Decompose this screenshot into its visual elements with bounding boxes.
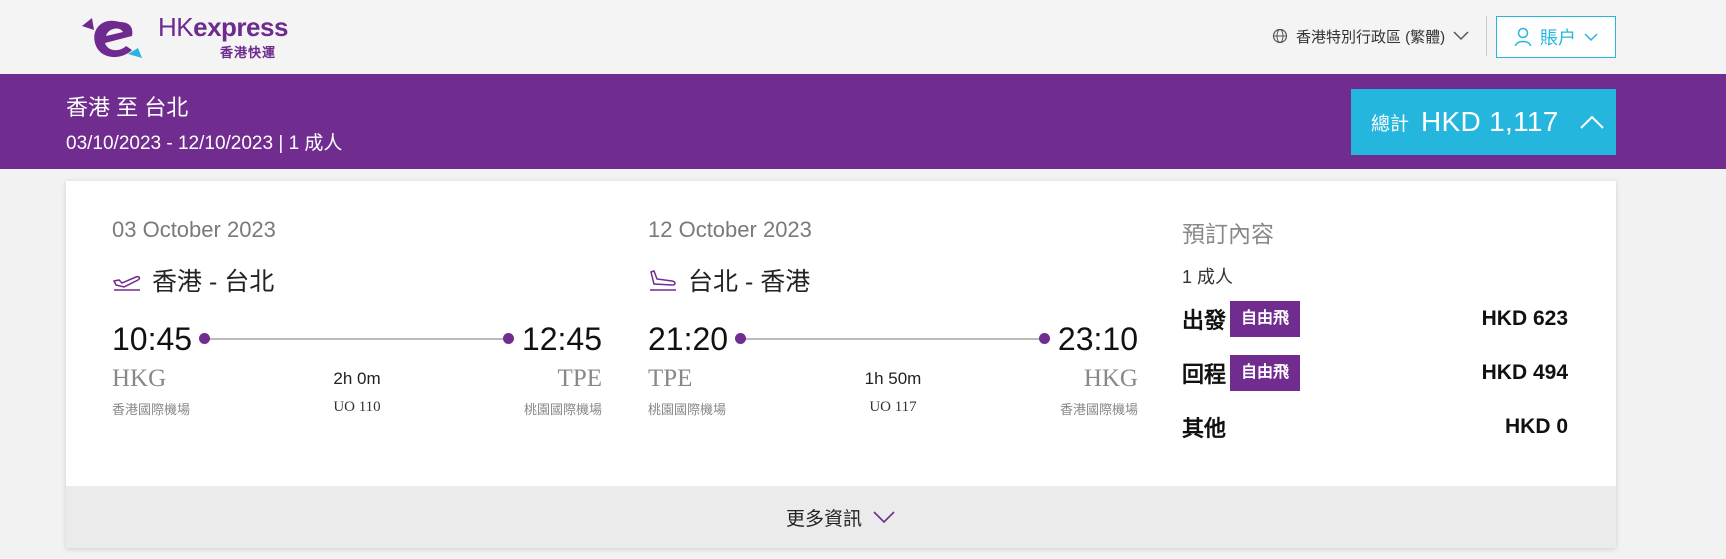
user-icon — [1514, 27, 1532, 47]
fare-amount: HKD 0 — [1504, 415, 1568, 438]
account-button[interactable]: 賬户 — [1496, 16, 1616, 58]
logo-mark-icon — [82, 18, 142, 58]
flight-track-line — [740, 338, 1044, 340]
booking-title: 預訂內容 — [1182, 221, 1274, 247]
depart-time: 21:20 — [648, 321, 729, 357]
trip-dates: 03/10/2023 - 12/10/2023 | 1 成人 — [66, 133, 343, 154]
top-header: HKexpress 香港快運 香港特別行政區 (繁體) 賬户 — [0, 0, 1726, 74]
leg-route: 台北 - 香港 — [648, 262, 810, 298]
fare-row-label: 其他 — [1182, 416, 1227, 441]
logo-express: express — [193, 12, 288, 42]
fare-row-label: 出發 — [1182, 308, 1227, 333]
destination-name: 香港國際機場 — [1059, 402, 1138, 417]
fare-row-label: 回程 — [1182, 362, 1227, 387]
origin-dot — [199, 333, 210, 344]
leg-route-label: 台北 - 香港 — [688, 268, 811, 296]
chevron-down-icon — [873, 511, 895, 524]
leg-date: 03 October 2023 — [112, 217, 276, 242]
plane-takeoff-icon — [112, 276, 141, 291]
outbound-fare-row: 出發 自由飛 HKD 623 — [1182, 301, 1568, 337]
header-divider — [1486, 16, 1487, 56]
return-fare-row: 回程 自由飛 HKD 494 — [1182, 355, 1568, 391]
chevron-down-icon — [1584, 32, 1598, 41]
total-price-toggle[interactable]: 總計 HKD 1,117 — [1351, 89, 1616, 155]
origin-dot — [735, 333, 746, 344]
more-info-toggle[interactable]: 更多資訊 — [66, 486, 1616, 548]
passenger-count: 1 成人 — [1182, 267, 1234, 287]
total-label: 總計 — [1371, 113, 1410, 135]
leg-date: 12 October 2023 — [648, 217, 812, 242]
language-selector[interactable]: 香港特別行政區 (繁體) — [1272, 24, 1469, 48]
trip-summary-bar: 香港 至 台北 03/10/2023 - 12/10/2023 | 1 成人 總… — [0, 74, 1726, 169]
destination-dot — [1039, 333, 1050, 344]
chevron-up-icon — [1579, 115, 1604, 129]
flight-duration: 2h 0m — [333, 369, 381, 388]
globe-icon — [1272, 28, 1288, 44]
fare-type-badge: 自由飛 — [1230, 355, 1301, 391]
arrive-time: 23:10 — [1057, 321, 1138, 357]
destination-code: TPE — [557, 365, 602, 392]
arrive-time: 12:45 — [521, 321, 602, 357]
chevron-down-icon — [1453, 31, 1469, 41]
plane-landing-icon — [650, 270, 676, 291]
account-label: 賬户 — [1540, 28, 1576, 48]
more-info-label: 更多資訊 — [785, 508, 862, 530]
total-value: HKD 1,117 — [1421, 106, 1559, 137]
logo-hk: HK — [158, 12, 194, 42]
leg-route: 香港 - 台北 — [112, 262, 274, 298]
outbound-leg: 03 October 2023 香港 - 台北 10:45 12:45 HKG … — [112, 181, 602, 481]
fare-amount: HKD 494 — [1481, 361, 1568, 384]
fare-amount: HKD 623 — [1481, 307, 1568, 330]
other-fees-row: 其他 HKD 0 — [1182, 409, 1568, 445]
depart-time: 10:45 — [112, 321, 193, 357]
flight-details-card: 03 October 2023 香港 - 台北 10:45 12:45 HKG … — [66, 181, 1616, 548]
language-label: 香港特別行政區 (繁體) — [1296, 28, 1446, 46]
fare-type-badge: 自由飛 — [1230, 301, 1301, 337]
destination-dot — [503, 333, 514, 344]
return-leg: 12 October 2023 台北 - 香港 21:20 23:10 TPE … — [648, 181, 1138, 481]
flight-track-line — [204, 338, 508, 340]
trip-route: 香港 至 台北 — [66, 95, 189, 120]
booking-summary: 預訂內容 1 成人 出發 自由飛 HKD 623 回程 自由飛 HKD 494 … — [1182, 181, 1568, 481]
logo-wordmark: HKexpress — [158, 12, 288, 42]
flight-duration: 1h 50m — [864, 369, 922, 388]
hk-express-logo[interactable]: HKexpress 香港快運 — [80, 10, 288, 66]
logo-chinese: 香港快運 — [220, 45, 277, 60]
leg-route-label: 香港 - 台北 — [152, 268, 275, 296]
destination-name: 桃園國際機場 — [523, 402, 602, 417]
destination-code: HKG — [1083, 365, 1138, 392]
